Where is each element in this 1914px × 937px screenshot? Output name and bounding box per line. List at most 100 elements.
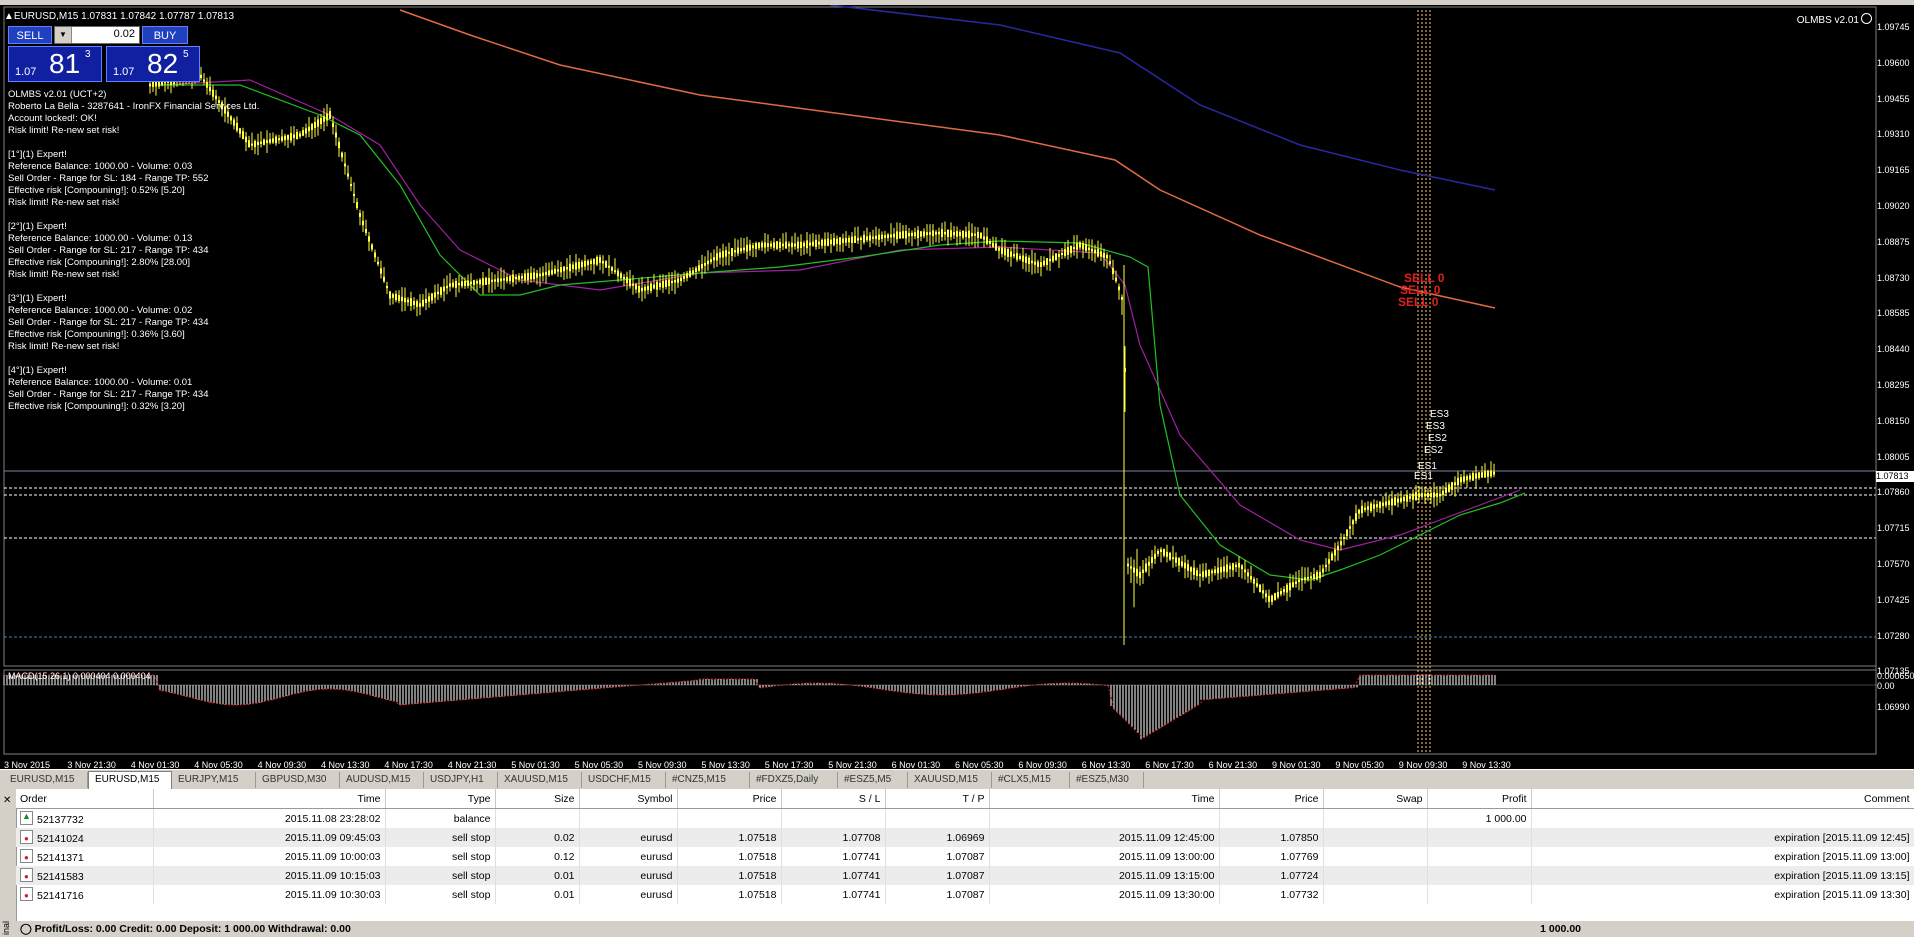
chart-tab[interactable]: EURJPY,M15 [172, 772, 256, 788]
volume-field[interactable]: ▼ 0.02 [54, 26, 140, 44]
candle-body [512, 274, 514, 283]
chart-tab[interactable]: EURUSD,M15 [4, 772, 88, 788]
candle-body [329, 111, 331, 119]
chart-tab[interactable]: USDCHF,M15 [582, 772, 666, 788]
candle-body [830, 239, 832, 245]
chart-tab[interactable]: #ESZ5,M5 [838, 772, 908, 788]
buy-price-button[interactable]: 1.07 82 5 [106, 46, 200, 82]
pending-order-icon [20, 868, 33, 882]
table-cell: 1.07518 [677, 885, 782, 904]
column-header[interactable]: Time [153, 789, 386, 809]
table-cell: 1.07518 [677, 847, 782, 866]
table-row[interactable]: 52141024 2015.11.09 09:45:03sell stop0.02… [16, 828, 1914, 847]
candle-body [1049, 258, 1051, 262]
column-header[interactable]: Profit [1427, 789, 1532, 809]
candle-body [482, 278, 484, 286]
info-line: Reference Balance: 1000.00 - Volume: 0.0… [8, 377, 193, 388]
table-row[interactable]: 52141371 2015.11.09 10:00:03sell stop0.12… [16, 847, 1914, 866]
candle-body [824, 239, 826, 246]
candle-body [440, 287, 442, 295]
candle-body [1232, 563, 1234, 571]
candle-body [1262, 590, 1264, 594]
price-axis-label: 1.08730 [1877, 272, 1910, 283]
candle-body [1376, 504, 1378, 508]
price-chart-canvas[interactable] [0, 5, 1914, 769]
column-header[interactable]: T / P [885, 789, 990, 809]
candle-body [1466, 476, 1468, 481]
es-object-label[interactable]: ES3 [1430, 409, 1449, 420]
info-line: Reference Balance: 1000.00 - Volume: 0.1… [8, 233, 193, 244]
sell-object-label[interactable]: SELL 0 [1398, 295, 1438, 309]
candle-body [641, 287, 643, 292]
table-cell: sell stop [385, 866, 496, 885]
column-header[interactable]: Order [16, 789, 154, 809]
candle-body [1400, 497, 1402, 502]
chart-window[interactable]: ▲EURUSD,M15 1.07831 1.07842 1.07787 1.07… [0, 5, 1914, 770]
candle-body [1016, 253, 1018, 260]
candle-body [827, 238, 829, 246]
candle-body [272, 138, 274, 143]
price-axis-label: 1.08875 [1877, 236, 1910, 247]
candle-body [1331, 553, 1333, 561]
candle-body [1472, 472, 1474, 481]
info-line: Risk limit! Re-new set risk! [8, 341, 120, 352]
candle-body [692, 270, 694, 274]
column-header[interactable]: Size [495, 789, 580, 809]
candle-body [929, 232, 931, 235]
candle-body [371, 244, 373, 250]
price-axis-label: 1.07860 [1877, 487, 1910, 498]
candle-body [446, 285, 448, 289]
es-object-label[interactable]: ES1 [1414, 471, 1433, 482]
candle-body [1334, 549, 1336, 556]
chart-tab[interactable]: GBPUSD,M30 [256, 772, 340, 788]
chart-tab[interactable]: #FDXZ5,Daily [750, 772, 838, 788]
candle-body [1406, 494, 1408, 502]
table-row[interactable]: 52141716 2015.11.09 10:30:03sell stop0.01… [16, 885, 1914, 904]
candle-body [683, 276, 685, 279]
column-header[interactable]: Time [989, 789, 1220, 809]
close-icon[interactable]: ✕ [3, 795, 11, 806]
table-cell: eurusd [579, 828, 678, 847]
chart-tab[interactable]: USDJPY,H1 [424, 772, 498, 788]
es-object-label[interactable]: ES3 [1426, 421, 1445, 432]
volume-value[interactable]: 0.02 [114, 28, 135, 40]
column-header[interactable]: S / L [781, 789, 886, 809]
table-cell: 1.07518 [677, 828, 782, 847]
column-header[interactable]: Type [385, 789, 496, 809]
candle-body [1073, 246, 1075, 250]
column-header[interactable]: Swap [1323, 789, 1428, 809]
candle-body [1409, 496, 1411, 499]
es-object-label[interactable]: ES2 [1424, 445, 1443, 456]
candle-body [674, 279, 676, 283]
candle-body [638, 285, 640, 293]
sell-price-button[interactable]: 1.07 81 3 [8, 46, 102, 82]
candle-body [917, 230, 919, 238]
chart-tab[interactable]: #ESZ5,M30 [1070, 772, 1144, 788]
chart-tab[interactable]: XAUUSD,M15 [908, 772, 992, 788]
candle-body [614, 270, 616, 273]
column-header[interactable]: Price [1219, 789, 1324, 809]
buy-button[interactable]: BUY [142, 26, 188, 44]
candle-body [668, 279, 670, 286]
chart-tab[interactable]: XAUUSD,M15 [498, 772, 582, 788]
candle-body [374, 252, 376, 258]
candle-body [260, 141, 262, 144]
table-cell: 2015.11.09 12:45:00 [989, 828, 1220, 847]
chart-tab[interactable]: AUDUSD,M15 [340, 772, 424, 788]
candle-body [479, 279, 481, 285]
candle-body [344, 163, 346, 167]
candle-body [206, 81, 208, 88]
chart-tab[interactable]: #CLX5,M15 [992, 772, 1070, 788]
column-header[interactable]: Price [677, 789, 782, 809]
column-header[interactable]: Symbol [579, 789, 678, 809]
terminal-sidebar: ✕ inal [0, 789, 17, 937]
chevron-down-icon[interactable]: ▼ [55, 27, 72, 43]
table-row[interactable]: 52141583 2015.11.09 10:15:03sell stop0.01… [16, 866, 1914, 885]
chart-tab[interactable]: #CNZ5,M15 [666, 772, 750, 788]
column-header[interactable]: Comment [1531, 789, 1914, 809]
es-object-label[interactable]: ES2 [1428, 433, 1447, 444]
candle-body [725, 250, 727, 257]
table-row[interactable]: 52137732 2015.11.08 23:28:02balance 1 000.… [16, 808, 1914, 828]
sell-button[interactable]: SELL [8, 26, 52, 44]
chart-tab[interactable]: EURUSD,M15 [88, 771, 172, 789]
